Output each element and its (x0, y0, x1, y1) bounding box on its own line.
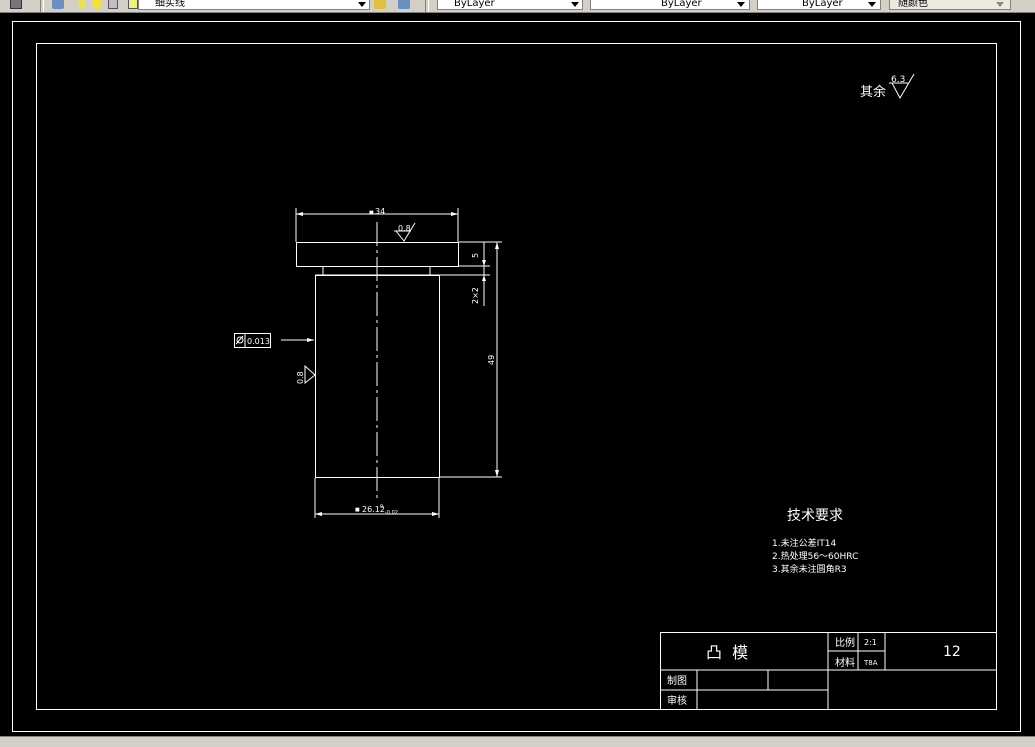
layer-manager-icon[interactable] (52, 0, 64, 9)
arrowhead (315, 512, 322, 516)
tech-req-item: 1.未注公差IT14 (772, 537, 836, 549)
arrowhead (482, 260, 486, 266)
tolerance-lower: -0.02 (385, 510, 398, 516)
scale-label: 比例 (835, 636, 855, 649)
roughness-value-top: 0.8 (398, 224, 411, 233)
diameter-symbol-bottom: ■ (355, 507, 360, 513)
layer-dropdown[interactable]: 细实线 (138, 0, 370, 10)
arrowhead (482, 275, 486, 281)
layer-color-icon[interactable] (128, 0, 138, 9)
screen-icon[interactable] (10, 0, 22, 9)
roughness-note-prefix: 其余 (860, 84, 886, 100)
dimension-text-5: 5 (471, 253, 480, 258)
tech-req-item: 2.热处理56～60HRC (772, 550, 858, 562)
cylindricity-tolerance-value: 0.013 (247, 337, 270, 346)
status-bar (0, 736, 1035, 747)
linetype-dropdown[interactable]: ByLayer (590, 0, 750, 10)
linetype-dropdown-value: ByLayer (661, 0, 702, 9)
scale-value: 2:1 (864, 638, 877, 647)
cylindricity-symbol-icon (235, 335, 244, 345)
sun-icon[interactable] (92, 0, 102, 9)
material-label: 材料 (835, 656, 855, 669)
color-dropdown[interactable]: ByLayer (437, 0, 583, 10)
arrowhead (451, 212, 458, 216)
drawing-canvas[interactable]: 其余 6.3 ■ 34 0.8 5 2×2 49 0.8 ■ 26.12 0 -… (0, 13, 1035, 736)
arrowhead (307, 338, 314, 342)
lineweight-dropdown-value: ByLayer (802, 0, 843, 9)
tech-req-title: 技术要求 (787, 508, 843, 524)
material-value: T8A (863, 659, 878, 667)
diameter-symbol-top: ■ (369, 210, 374, 216)
toolbar-separator (40, 0, 44, 12)
color-dropdown-value: ByLayer (454, 0, 495, 9)
arrowhead (432, 512, 439, 516)
drawing-number: 12 (943, 644, 961, 660)
toolbar-separator (425, 0, 429, 12)
chevron-down-icon[interactable] (737, 2, 745, 7)
layer-dropdown-value: 细实线 (155, 0, 185, 9)
layer-previous-icon[interactable] (398, 0, 410, 9)
chevron-down-icon[interactable] (868, 2, 876, 7)
part-name: 凸 模 (706, 643, 748, 662)
chevron-down-icon[interactable] (996, 2, 1004, 7)
dimension-text-34: 34 (375, 207, 385, 216)
roughness-note-value: 6.3 (891, 75, 905, 85)
outer-sheet-border (12, 21, 1021, 732)
lineweight-dropdown[interactable]: ByLayer (757, 0, 881, 10)
drawing-frame (36, 43, 997, 710)
roughness-symbol-icon (304, 364, 316, 385)
plotstyle-dropdown[interactable]: 随颜色 (889, 0, 1011, 10)
arrowhead (296, 212, 303, 216)
chevron-down-icon[interactable] (358, 2, 366, 7)
dimension-text-2x2: 2×2 (471, 287, 480, 304)
dimension-text-49: 49 (487, 355, 496, 365)
lightbulb-icon[interactable] (78, 0, 86, 9)
plotstyle-dropdown-value: 随颜色 (898, 0, 928, 9)
tolerance-upper: 0 (380, 504, 383, 510)
properties-toolbar: 细实线 ByLayer ByLayer ByLayer 随颜色 (0, 0, 1035, 13)
tech-req-item: 3.其余未注圆角R3 (772, 563, 847, 575)
layer-lock-icon[interactable] (108, 0, 118, 9)
arrowhead (495, 470, 499, 477)
drawn-by-label: 制图 (667, 674, 687, 687)
chevron-down-icon[interactable] (571, 2, 579, 7)
checked-by-label: 审核 (667, 694, 687, 707)
arrowhead (495, 242, 499, 249)
make-current-layer-icon[interactable] (374, 0, 386, 9)
roughness-value-side: 0.8 (296, 371, 305, 384)
